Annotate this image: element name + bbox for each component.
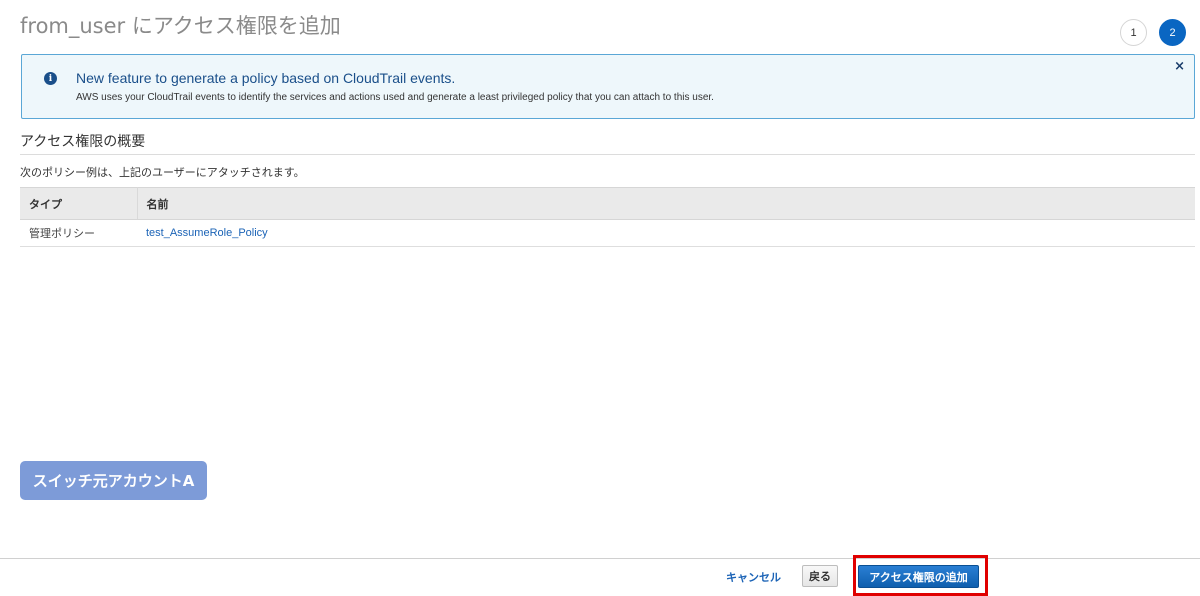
step-2: 2 <box>1159 19 1186 46</box>
footer-divider <box>0 558 1200 559</box>
table-header-row: タイプ 名前 <box>20 187 1195 220</box>
info-icon: i <box>44 72 57 85</box>
switch-account-badge: スイッチ元アカウントA <box>20 461 207 500</box>
column-header-name[interactable]: 名前 <box>137 187 1195 220</box>
notice-body: AWS uses your CloudTrail events to ident… <box>76 92 714 103</box>
step-1[interactable]: 1 <box>1120 19 1147 46</box>
divider <box>20 154 1195 155</box>
close-icon[interactable]: × <box>1174 59 1185 74</box>
column-header-type[interactable]: タイプ <box>20 187 138 220</box>
back-button[interactable]: 戻る <box>802 565 838 587</box>
table-row: 管理ポリシー test_AssumeRole_Policy <box>20 219 1195 247</box>
notice-title: New feature to generate a policy based o… <box>76 70 456 86</box>
policy-type-cell: 管理ポリシー <box>20 219 137 247</box>
page-title: from_user にアクセス権限を追加 <box>20 14 341 38</box>
add-permissions-button[interactable]: アクセス権限の追加 <box>858 565 979 588</box>
policy-table: タイプ 名前 管理ポリシー test_AssumeRole_Policy <box>20 187 1195 247</box>
step-indicator: 1 2 <box>1120 19 1186 46</box>
policy-name-link[interactable]: test_AssumeRole_Policy <box>137 219 1195 247</box>
cancel-link[interactable]: キャンセル <box>726 569 781 585</box>
summary-heading: アクセス権限の概要 <box>20 134 146 150</box>
info-notice: i New feature to generate a policy based… <box>21 54 1195 119</box>
summary-description: 次のポリシー例は、上記のユーザーにアタッチされます。 <box>20 166 305 179</box>
